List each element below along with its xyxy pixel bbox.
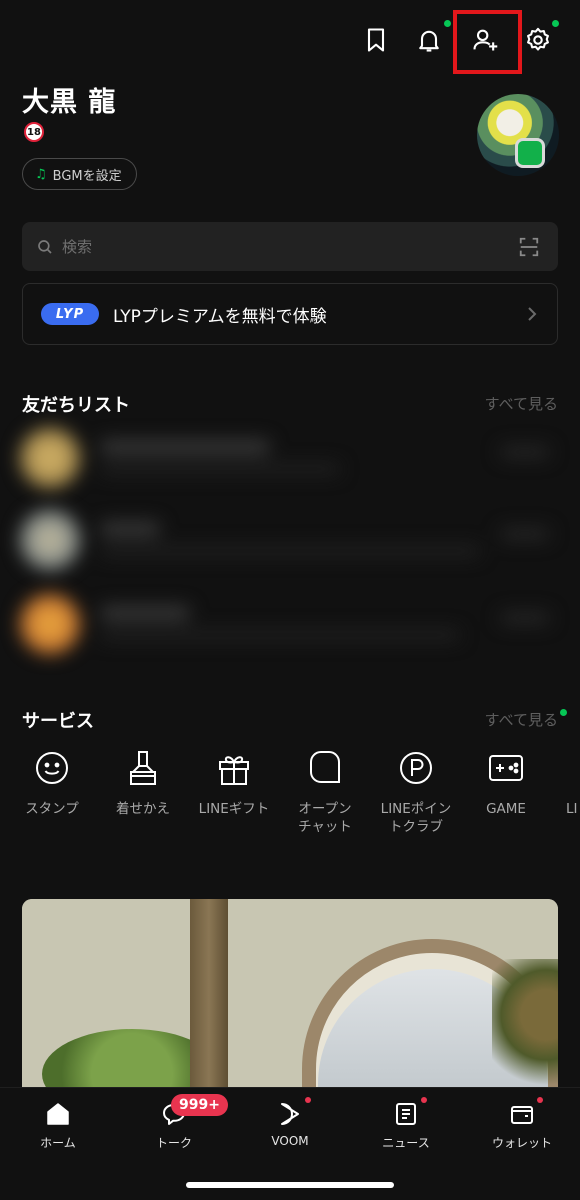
nav-wallet[interactable]: ウォレット [464,1100,580,1151]
gear-icon[interactable] [520,22,556,58]
service-item-game[interactable]: GAME [461,748,551,818]
friend-avatar [20,594,80,654]
friend-extra-blurred [500,528,550,540]
wallet-notification-dot [537,1097,543,1103]
home-indicator [186,1182,394,1188]
voom-icon [281,1103,299,1125]
bell-notification-dot [444,20,451,27]
chevron-right-icon [528,307,537,321]
friend-row[interactable] [0,584,580,664]
service-label: LINEポイン トクラブ [380,801,452,835]
wallet-icon [511,1106,533,1124]
open-chat-icon [310,751,340,783]
friend-extra-blurred [500,446,550,458]
service-label: スタンプ [25,801,79,817]
talk-unread-badge: 999+ [171,1094,228,1116]
service-item-points[interactable]: LINEポイン トクラブ [371,748,461,836]
media-palm [492,959,558,1099]
friend-row[interactable] [0,418,580,498]
bell-icon[interactable] [411,22,447,58]
search-bar[interactable]: 検索 [22,222,558,271]
music-note-icon: ♫ [35,166,47,182]
nav-label: ウォレット [491,1136,552,1150]
media-card[interactable] [22,899,558,1099]
avatar[interactable] [477,94,559,176]
smile-icon [36,752,68,784]
news-notification-dot [421,1097,427,1103]
avatar-sticker [515,138,545,168]
friend-avatar [20,428,80,488]
premium-banner[interactable]: LYP LYPプレミアムを無料で体験 [22,283,558,345]
nav-label: VOOM [271,1134,309,1148]
service-label: オープン チャット [298,801,352,835]
voom-notification-dot [305,1097,311,1103]
friend-row[interactable] [0,500,580,580]
friend-extra-blurred [500,612,550,624]
news-icon [396,1103,416,1125]
friend-name-blurred [100,522,160,536]
gift-icon [219,756,249,785]
service-item-openchat[interactable]: オープン チャット [280,748,370,836]
friend-name-blurred [100,440,270,454]
home-icon [47,1103,69,1125]
nav-home[interactable]: ホーム [0,1100,116,1151]
services-row: スタンプ 着せかえ LINEギフト オープン チャット LINEポイン トクラブ… [0,748,580,858]
friends-see-all[interactable]: すべて見る [485,393,558,414]
partial-icon [564,748,580,788]
service-item-theme[interactable]: 着せかえ [98,748,188,818]
service-item-stamp[interactable]: スタンプ [7,748,97,818]
settings-notification-dot [552,20,559,27]
bgm-label: BGMを設定 [52,168,122,184]
search-placeholder: 検索 [62,238,93,256]
nav-news[interactable]: ニュース [348,1100,464,1151]
search-icon [38,239,52,254]
scan-icon[interactable] [518,236,540,258]
brush-icon [130,751,156,785]
age-badge: 18 [24,122,44,142]
nav-voom[interactable]: VOOM [232,1100,348,1148]
friends-section-title: 友だちリスト [22,395,130,416]
media-pillar [190,899,228,1099]
bookmark-icon[interactable] [358,22,394,58]
service-label: 着せかえ [116,801,170,817]
services-see-all[interactable]: すべて見る [485,709,558,730]
services-section-title: サービス [22,711,94,732]
friend-status-blurred [100,546,480,556]
service-label: GAME [486,801,526,817]
bgm-button[interactable]: ♫ BGMを設定 [22,158,137,190]
service-item-partial[interactable]: LI [552,748,580,818]
service-label: LI [566,801,578,817]
nav-label: ニュース [382,1136,430,1150]
add-friend-highlight-box [453,10,522,74]
profile-name[interactable]: 大黒 龍 [22,80,116,119]
service-item-gift[interactable]: LINEギフト [189,748,279,818]
game-icon [489,755,523,781]
friend-status-blurred [100,630,460,640]
points-icon [400,752,432,784]
nav-label: ホーム [40,1136,76,1150]
premium-text: LYPプレミアムを無料で体験 [113,306,327,327]
services-new-dot [560,709,567,716]
lyp-logo: LYP [41,303,99,325]
service-label: LINEギフト [198,801,270,817]
friend-avatar [20,510,80,570]
friend-status-blurred [100,464,340,474]
nav-label: トーク [155,1136,192,1150]
friend-name-blurred [100,606,190,620]
